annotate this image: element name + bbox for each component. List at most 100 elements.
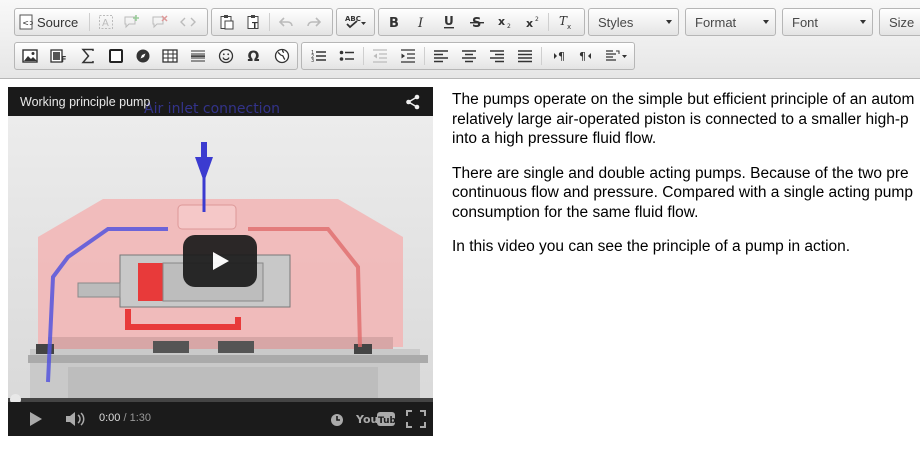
spellcheck-icon: ABC (345, 15, 366, 29)
remove-format-icon: Tx (559, 14, 571, 30)
format-combo[interactable]: Format (685, 8, 776, 36)
paragraph-line: consumption for the same fluid flow. (452, 203, 699, 221)
toolbar-separator (269, 13, 270, 31)
horizontal-rule-button[interactable] (187, 46, 209, 66)
svg-text:U: U (444, 14, 454, 28)
align-left-button[interactable] (430, 46, 452, 66)
justify-button[interactable] (514, 46, 536, 66)
svg-text:x: x (567, 23, 571, 30)
svg-text:x: x (498, 15, 505, 28)
align-right-button[interactable] (486, 46, 508, 66)
table-button[interactable] (159, 46, 181, 66)
link-button[interactable] (132, 46, 154, 66)
subscript-icon: x2 (498, 15, 511, 29)
strikethrough-button[interactable]: S (466, 12, 488, 32)
outdent-icon (373, 49, 387, 63)
create-div-button[interactable] (121, 12, 143, 32)
svg-text:2: 2 (507, 23, 511, 29)
fullscreen-icon[interactable] (406, 410, 426, 428)
svg-text:ABC: ABC (345, 15, 361, 23)
svg-text:Ω: Ω (248, 49, 260, 64)
indent-icon (401, 49, 415, 63)
watch-later-icon[interactable] (330, 413, 344, 427)
underline-button[interactable]: U (438, 12, 460, 32)
font-combo[interactable]: Font (782, 8, 873, 36)
numbered-list-button[interactable]: 123 (308, 46, 330, 66)
equation-button[interactable] (77, 46, 99, 66)
video-title[interactable]: Working principle pump (20, 95, 150, 109)
video-annotation: Air inlet connection (144, 101, 280, 117)
remove-div-button[interactable] (149, 12, 171, 32)
youtube-logo-icon[interactable]: YouTube (356, 411, 396, 427)
toolbar-separator (424, 47, 425, 65)
paragraph-1: The pumps operate on the simple but effi… (452, 90, 920, 149)
size-combo-label: Size (889, 15, 915, 30)
align-right-icon (490, 50, 504, 63)
svg-text:You: You (356, 413, 378, 426)
svg-text:B: B (389, 16, 399, 29)
subscript-button[interactable]: x2 (494, 12, 516, 32)
outdent-button[interactable] (369, 46, 391, 66)
svg-text:¶: ¶ (579, 50, 586, 63)
size-combo[interactable]: Size (879, 8, 920, 36)
bulleted-list-icon (339, 50, 354, 61)
globe-icon (274, 48, 290, 64)
play-small-icon[interactable] (28, 411, 44, 427)
paste-icon (220, 15, 234, 30)
text-direction-rtl-icon: ¶ (579, 50, 591, 63)
paragraph-3: In this video you can see the principle … (452, 238, 851, 255)
language-button[interactable] (603, 46, 631, 66)
svg-text:F: F (61, 55, 66, 64)
toolbar-group-basicstyles: B I U S x2 x2 Tx (378, 8, 585, 36)
toolbar-separator (363, 47, 364, 65)
code-snippet-button[interactable] (177, 12, 199, 32)
embedded-video[interactable]: Air inlet connection Working principle p… (8, 87, 433, 436)
paste-text-button[interactable]: T (243, 12, 265, 32)
styles-combo[interactable]: Styles (588, 8, 679, 36)
italic-button[interactable]: I (410, 12, 432, 32)
flash-button[interactable]: F (48, 46, 70, 66)
rtl-button[interactable]: ¶ (575, 46, 597, 66)
editor-content[interactable]: The pumps operate on the simple but effi… (452, 90, 920, 272)
ltr-button[interactable]: ¶ (547, 46, 569, 66)
time-display: 0:00 / 1:30 (99, 412, 151, 424)
source-button[interactable]: <> Source (19, 12, 83, 32)
image-button[interactable] (19, 46, 41, 66)
toolbar-group-clipboard: T (211, 8, 333, 36)
select-all-button[interactable]: A (95, 12, 117, 32)
bold-button[interactable]: B (383, 12, 405, 32)
bulleted-list-button[interactable] (336, 46, 358, 66)
iframe-button[interactable] (105, 46, 127, 66)
share-icon[interactable] (405, 94, 421, 110)
editor-toolbar: <> Source A T ABC B I U S x 2 x 2 T x St… (0, 0, 920, 79)
smiley-button[interactable] (215, 46, 237, 66)
text-direction-ltr-icon: ¶ (554, 50, 565, 63)
svg-text:Tube: Tube (378, 416, 396, 426)
indent-button[interactable] (397, 46, 419, 66)
volume-icon[interactable] (65, 411, 87, 427)
undo-button[interactable] (275, 12, 297, 32)
remove-format-button[interactable]: Tx (555, 12, 577, 32)
styles-combo-label: Styles (598, 15, 634, 30)
paste-button[interactable] (216, 12, 238, 32)
svg-text:2: 2 (535, 16, 539, 23)
special-char-button[interactable]: Ω (243, 46, 265, 66)
globe-button[interactable] (271, 46, 293, 66)
smiley-icon (218, 48, 234, 64)
spellcheck-button[interactable]: ABC (341, 12, 371, 32)
play-button[interactable] (183, 235, 257, 287)
redo-button[interactable] (303, 12, 325, 32)
code-icon (180, 17, 196, 27)
paragraph-line: into a high pressure fluid flow. (452, 130, 657, 147)
superscript-button[interactable]: x2 (522, 12, 544, 32)
align-left-icon (434, 50, 448, 63)
undo-icon (278, 17, 293, 27)
time-separator: / (120, 412, 130, 424)
italic-icon: I (417, 16, 424, 29)
align-center-button[interactable] (458, 46, 480, 66)
toolbar-separator (89, 13, 90, 31)
iframe-icon (109, 49, 123, 63)
play-icon (213, 252, 229, 270)
current-time: 0:00 (99, 412, 121, 424)
redo-icon (307, 17, 322, 27)
